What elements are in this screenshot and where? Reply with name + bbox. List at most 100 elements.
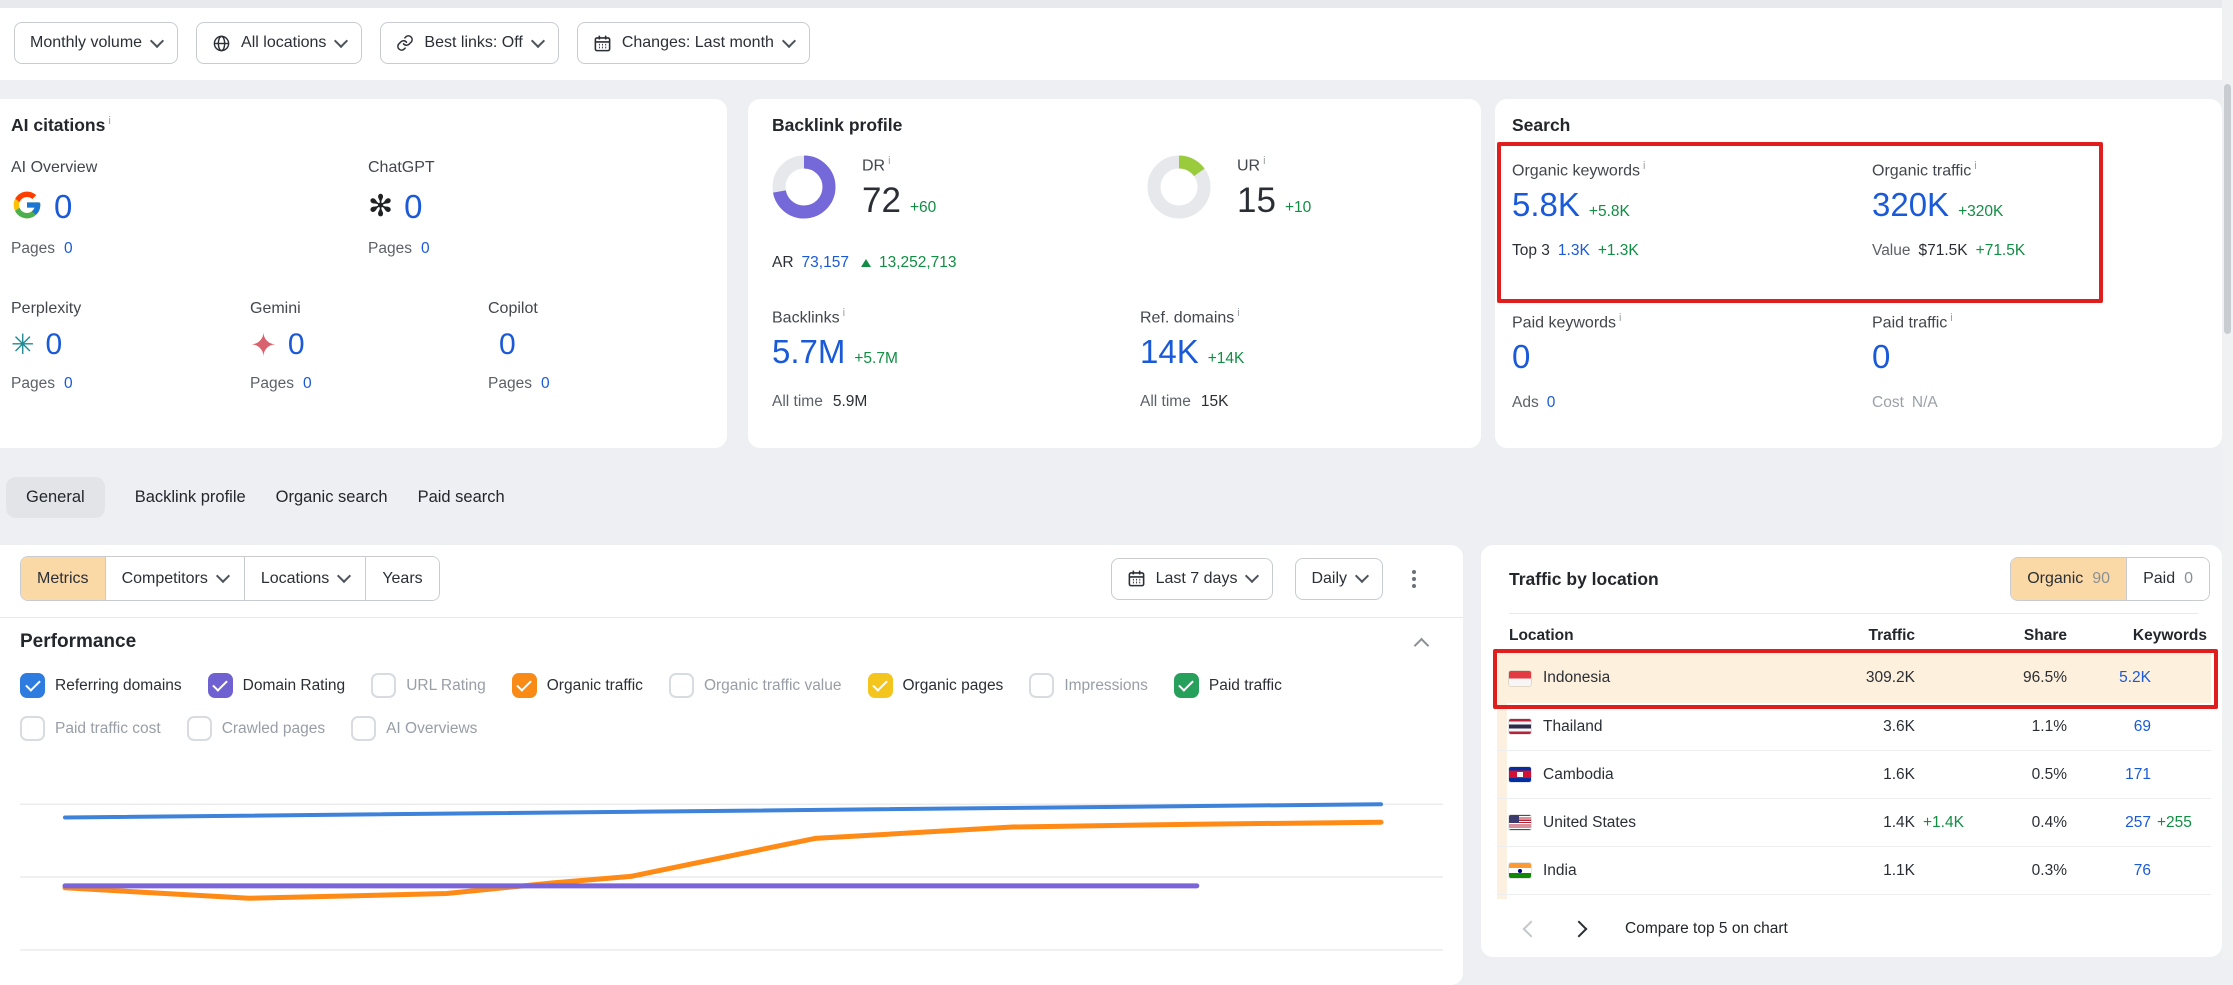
pages-label: Pages [488,375,532,393]
keywords-count-link[interactable]: 69 [2067,718,2151,736]
organic-keywords-value[interactable]: 5.8K [1512,186,1580,224]
segment-years[interactable]: Years [365,557,438,600]
metric-checkbox-row-1: Referring domains Domain Rating URL Rating… [20,673,1282,698]
ai-source-name: Gemini [250,300,485,318]
checkbox-checked[interactable] [868,673,893,698]
info-icon[interactable]: i [1263,155,1265,167]
pages-count-link[interactable]: 0 [303,375,312,393]
checkbox-unchecked[interactable] [669,673,694,698]
backlinks-value[interactable]: 5.7M [772,333,845,371]
location-row-thailand[interactable]: Thailand3.6K1.1%69 [1497,703,2211,751]
metric-checkbox-url-rating[interactable]: URL Rating [371,673,486,698]
metric-checkbox-ai-overviews[interactable]: AI Overviews [351,716,477,741]
divider [1509,613,2198,614]
filter-volume[interactable]: Monthly volume [14,22,178,64]
paid-keywords-subrow: Ads0 [1512,394,1842,412]
segment-locations[interactable]: Locations [244,557,366,600]
metric-checkbox-organic-pages[interactable]: Organic pages [868,673,1004,698]
citations-count: 0 [54,188,72,226]
domain-rating-metric: DRi 72+60 [772,155,936,224]
checkbox-checked[interactable] [512,673,537,698]
toggle-paid[interactable]: Paid 0 [2126,558,2209,600]
pages-count-link[interactable]: 0 [541,375,550,393]
sub-metric-text: Top 3 [1512,242,1550,260]
ai-citation-copilot: Copilot0Pages0 [488,300,723,393]
checkbox-label: Organic traffic value [704,677,842,695]
keywords-count-link[interactable]: 5.2K [2067,669,2151,687]
chevron-down-icon [531,33,545,47]
pages-count-link[interactable]: 0 [64,375,73,393]
share-value: 0.3% [1995,862,2067,880]
date-range-select[interactable]: Last 7 days [1111,558,1274,600]
keywords-count-link[interactable]: 171 [2067,766,2151,784]
filter-best-links[interactable]: Best links: Off [380,22,558,64]
sub-metric-text[interactable]: 0 [1547,394,1556,412]
toggle-organic[interactable]: Organic 90 [2011,558,2126,600]
checkbox-unchecked[interactable] [371,673,396,698]
citations-count: 0 [45,328,62,362]
backlinks-alltime: All time5.9M [772,393,1092,411]
pages-count-link[interactable]: 0 [64,240,73,258]
checkbox-unchecked[interactable] [351,716,376,741]
segment-metrics[interactable]: Metrics [21,557,105,600]
next-page-button[interactable] [1571,921,1588,938]
previous-page-button[interactable] [1523,921,1540,938]
pages-count-link[interactable]: 0 [421,240,430,258]
authority-rank-row: AR 73,157 13,252,713 [772,254,957,272]
pages-label: Pages [11,240,55,258]
metric-checkbox-organic-traffic[interactable]: Organic traffic [512,673,643,698]
location-row-united-states[interactable]: United States1.4K+1.4K0.4%257+255 [1497,799,2211,847]
info-icon[interactable]: i [1643,160,1645,172]
granularity-select[interactable]: Daily [1295,558,1383,600]
ref-domains-value[interactable]: 14K [1140,333,1199,371]
keywords-count-link[interactable]: 257 [2067,814,2151,832]
metric-checkbox-referring-domains[interactable]: Referring domains [20,673,182,698]
compare-top5-link[interactable]: Compare top 5 on chart [1625,920,1788,938]
info-icon[interactable]: i [843,307,845,319]
filter-locations[interactable]: All locations [196,22,362,64]
metric-checkbox-organic-traffic-value[interactable]: Organic traffic value [669,673,842,698]
location-row-cambodia[interactable]: Cambodia1.6K0.5%171 [1497,751,2211,799]
filter-changes[interactable]: Changes: Last month [577,22,810,64]
segment-competitors[interactable]: Competitors [105,557,244,600]
pages-row: Pages0 [11,375,246,393]
info-icon[interactable]: i [1974,160,1976,172]
info-icon[interactable]: i [1237,307,1239,319]
filter-label: Changes: Last month [622,34,774,52]
tab-general[interactable]: General [6,477,105,518]
page-scrollbar[interactable] [2222,0,2233,960]
sub-metric-text[interactable]: 1.3K [1558,242,1590,260]
metric-checkbox-crawled-pages[interactable]: Crawled pages [187,716,325,741]
chevron-down-icon [216,569,230,583]
more-options-button[interactable] [1405,563,1423,595]
location-name: Indonesia [1543,669,1610,687]
scrollbar-thumb[interactable] [2224,84,2231,334]
keywords-count-link[interactable]: 76 [2067,862,2151,880]
info-icon[interactable]: i [888,155,890,167]
info-icon[interactable]: i [108,115,110,127]
metric-checkbox-impressions[interactable]: Impressions [1029,673,1148,698]
metric-checkbox-paid-traffic[interactable]: Paid traffic [1174,673,1282,698]
checkbox-unchecked[interactable] [1029,673,1054,698]
metric-checkbox-paid-traffic-cost[interactable]: Paid traffic cost [20,716,161,741]
domain-rating-donut [772,155,836,224]
checkbox-checked[interactable] [208,673,233,698]
checkbox-checked[interactable] [20,673,45,698]
tab-organic-search[interactable]: Organic search [276,477,388,518]
checkbox-unchecked[interactable] [187,716,212,741]
location-row-india[interactable]: India1.1K0.3%76 [1497,847,2211,895]
location-row-indonesia[interactable]: Indonesia309.2K96.5%5.2K [1497,653,2211,703]
tab-paid-search[interactable]: Paid search [418,477,505,518]
tab-backlink-profile[interactable]: Backlink profile [135,477,246,518]
collapse-section-button[interactable] [1414,637,1430,653]
ar-value-link[interactable]: 73,157 [802,254,849,272]
perplexity-icon: ✳ [11,331,34,359]
calendar-icon [593,34,612,53]
checkbox-checked[interactable] [1174,673,1199,698]
info-icon[interactable]: i [1619,312,1621,324]
organic-traffic-value[interactable]: 320K [1872,186,1949,224]
traffic-value: 309.2K [1843,669,1915,687]
metric-checkbox-domain-rating[interactable]: Domain Rating [208,673,346,698]
info-icon[interactable]: i [1950,312,1952,324]
checkbox-unchecked[interactable] [20,716,45,741]
